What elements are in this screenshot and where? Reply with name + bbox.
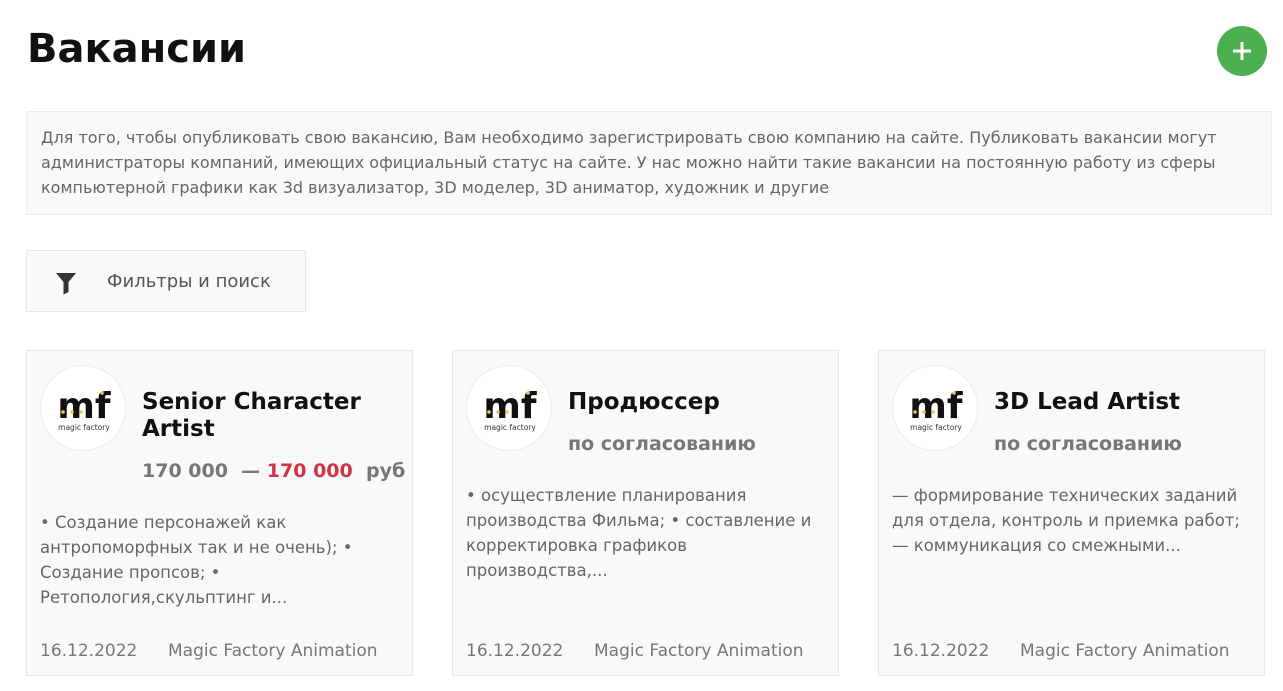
vacancy-title: Senior Character Artist — [142, 389, 361, 442]
salary-currency: руб — [365, 460, 406, 482]
filters-and-search-button[interactable]: Фильтры и поиск — [26, 250, 306, 312]
magic-factory-logo-icon: mf magic factory — [909, 386, 963, 432]
filters-label: Фильтры и поиск — [107, 271, 271, 292]
info-notice: Для того, чтобы опубликовать свою ваканс… — [26, 111, 1272, 215]
vacancy-card-senior-character-artist[interactable]: mf magic factory Senior Character Artist… — [26, 350, 413, 676]
vacancy-title: Продюссер — [568, 389, 720, 415]
svg-text:magic factory: magic factory — [484, 423, 536, 432]
salary-separator: — — [241, 460, 261, 482]
vacancy-title: 3D Lead Artist — [994, 389, 1181, 415]
company-name[interactable]: Magic Factory Animation — [594, 640, 804, 662]
magic-factory-logo-icon: mf magic factory — [483, 386, 537, 432]
salary-range: 170 000 — 170 000 руб — [142, 459, 405, 483]
vacancy-date: 16.12.2022 — [466, 641, 564, 661]
salary-min: 170 000 — [142, 460, 228, 482]
vacancy-card-producer[interactable]: mf magic factory Продюссер по согласован… — [452, 350, 839, 676]
company-name[interactable]: Magic Factory Animation — [1020, 640, 1230, 662]
vacancy-date: 16.12.2022 — [40, 641, 138, 661]
funnel-icon — [56, 273, 76, 295]
plus-icon — [1233, 42, 1251, 60]
company-logo: mf magic factory — [892, 365, 978, 451]
salary-text: по согласованию — [568, 433, 756, 455]
vacancy-description: — формирование технических заданий для о… — [892, 486, 1240, 555]
company-name[interactable]: Magic Factory Animation — [168, 640, 378, 662]
svg-text:magic factory: magic factory — [910, 423, 962, 432]
vacancy-description: • осуществление планирования производств… — [466, 486, 812, 580]
vacancy-card-3d-lead-artist[interactable]: mf magic factory 3D Lead Artist по согла… — [878, 350, 1265, 676]
salary-text: по согласованию — [994, 433, 1182, 455]
vacancy-date: 16.12.2022 — [892, 641, 990, 661]
page-title: Вакансии — [27, 26, 247, 72]
add-vacancy-button[interactable] — [1217, 26, 1267, 76]
company-logo: mf magic factory — [40, 365, 126, 451]
salary-max: 170 000 — [266, 460, 353, 482]
company-logo: mf magic factory — [466, 365, 552, 451]
vacancy-description: • Создание персонажей как антропоморфных… — [40, 513, 353, 607]
magic-factory-logo-icon: mf magic factory — [57, 386, 111, 432]
svg-text:magic factory: magic factory — [58, 423, 110, 432]
